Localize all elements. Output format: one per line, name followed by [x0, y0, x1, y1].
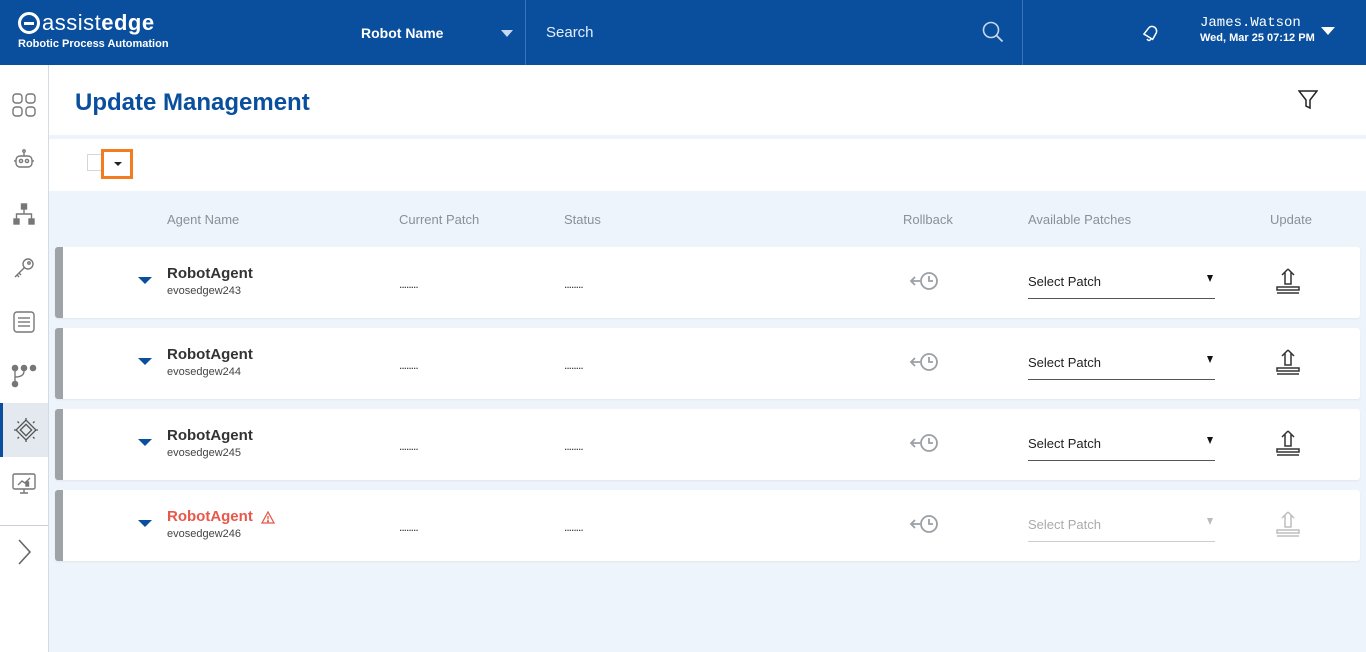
status-value: ........: [564, 358, 584, 372]
row-expand-icon[interactable]: [138, 520, 152, 527]
bulk-action-toolbar: [49, 139, 1366, 191]
agent-name: RobotAgent: [167, 427, 253, 444]
sidebar-item-robots[interactable]: [0, 133, 48, 187]
agent-host: evosedgew245: [167, 447, 242, 459]
upload-update-icon[interactable]: [1275, 348, 1301, 376]
dashboard-grid-icon: [12, 93, 36, 117]
page-title: Update Management: [75, 89, 310, 116]
sidebar-item-reports[interactable]: [0, 457, 48, 511]
search-input[interactable]: [546, 24, 966, 41]
sidebar-item-dashboard[interactable]: [0, 78, 48, 132]
logo-text-prefix: assist: [42, 10, 102, 35]
upload-update-icon-disabled: [1276, 511, 1300, 537]
monitor-chart-icon: [12, 473, 36, 494]
col-header-agent-name[interactable]: Agent Name: [167, 212, 239, 227]
row-expand-icon[interactable]: [138, 277, 152, 284]
logo-mark-icon: [18, 12, 40, 34]
user-menu-chevron-icon[interactable]: [1321, 27, 1335, 35]
col-header-rollback: Rollback: [903, 212, 953, 227]
select-patch-label: Select Patch: [1028, 355, 1101, 370]
agent-name: RobotAgent: [167, 265, 253, 282]
sidebar: [0, 65, 49, 652]
current-patch-value: ........: [399, 520, 419, 534]
robot-name-label: Robot Name: [361, 24, 444, 41]
col-header-available-patches: Available Patches: [1028, 212, 1132, 227]
chevron-down-icon: [1207, 437, 1213, 444]
robot-name-dropdown[interactable]: Robot Name: [336, 0, 526, 65]
chip-icon: [13, 418, 38, 442]
current-patch-value: ........: [399, 358, 419, 372]
search-icon[interactable]: [982, 21, 1004, 43]
app-header: assist edge Robotic Process Automation Ro…: [0, 0, 1366, 65]
page-header: Update Management: [49, 65, 1366, 135]
bulk-select-dropdown-button[interactable]: [101, 149, 133, 179]
rollback-history-icon[interactable]: [908, 512, 940, 538]
agent-row[interactable]: RobotAgent evosedgew246 ........ .......…: [55, 490, 1360, 561]
select-all-checkbox[interactable]: [87, 154, 102, 171]
upload-update-icon[interactable]: [1275, 429, 1301, 457]
upload-update-icon[interactable]: [1275, 267, 1301, 295]
sidebar-item-credentials[interactable]: [0, 241, 48, 295]
select-patch-label: Select Patch: [1028, 517, 1101, 532]
rollback-history-icon[interactable]: [908, 350, 940, 376]
agent-host: evosedgew243: [167, 285, 242, 297]
rollback-history-icon[interactable]: [908, 431, 940, 457]
search-bar: [526, 0, 1023, 65]
list-document-icon: [13, 311, 35, 333]
agent-row[interactable]: RobotAgent evosedgew244 ........ .......…: [55, 328, 1360, 399]
warning-triangle-icon: [260, 510, 275, 524]
select-patch-dropdown[interactable]: Select Patch: [1028, 350, 1215, 380]
status-value: ........: [564, 439, 584, 453]
sidebar-item-logs[interactable]: [0, 295, 48, 349]
row-expand-icon[interactable]: [138, 439, 152, 446]
row-expand-icon[interactable]: [138, 358, 152, 365]
agent-host: evosedgew244: [167, 366, 242, 378]
select-patch-label: Select Patch: [1028, 436, 1101, 451]
sidebar-item-hierarchy[interactable]: [0, 187, 48, 241]
agent-name-text: RobotAgent: [167, 508, 253, 525]
current-patch-value: ........: [399, 277, 419, 291]
select-patch-dropdown[interactable]: Select Patch: [1028, 431, 1215, 461]
logo-subtitle: Robotic Process Automation: [18, 38, 169, 50]
workflow-icon: [11, 364, 37, 388]
agent-row[interactable]: RobotAgent evosedgew243 ........ .......…: [55, 247, 1360, 318]
sidebar-expand-toggle[interactable]: [0, 525, 48, 579]
select-patch-label: Select Patch: [1028, 274, 1101, 289]
select-patch-dropdown[interactable]: Select Patch: [1028, 269, 1215, 299]
robot-icon: [14, 149, 34, 168]
chevron-down-icon: [1207, 275, 1213, 282]
col-header-current-patch[interactable]: Current Patch: [399, 212, 479, 227]
agent-name: RobotAgent: [167, 346, 253, 363]
user-name: James.Watson: [1200, 15, 1301, 31]
logo[interactable]: assist edge Robotic Process Automation: [18, 10, 169, 50]
hierarchy-icon: [13, 203, 35, 225]
agent-row[interactable]: RobotAgent evosedgew245 ........ .......…: [55, 409, 1360, 480]
col-header-status[interactable]: Status: [564, 212, 601, 227]
agent-host: evosedgew246: [167, 528, 242, 540]
sidebar-item-update-management[interactable]: [0, 403, 48, 457]
chevron-down-icon: [1207, 518, 1213, 525]
select-patch-dropdown-disabled: Select Patch: [1028, 512, 1215, 542]
agent-name: RobotAgent: [167, 508, 275, 525]
rollback-history-icon[interactable]: [908, 269, 940, 295]
status-value: ........: [564, 520, 584, 534]
status-value: ........: [564, 277, 584, 291]
filter-icon[interactable]: [1298, 90, 1318, 110]
key-icon: [14, 258, 34, 278]
user-datetime: Wed, Mar 25 07:12 PM: [1200, 32, 1315, 44]
chevron-down-icon: [501, 30, 513, 37]
chevron-down-icon: [1207, 356, 1213, 363]
user-menu[interactable]: James.Watson Wed, Mar 25 07:12 PM: [1200, 15, 1315, 44]
logo-text-bold: edge: [101, 10, 155, 35]
col-header-update: Update: [1270, 212, 1312, 227]
current-patch-value: ........: [399, 439, 419, 453]
sidebar-item-workflow[interactable]: [0, 349, 48, 403]
expand-chevron-icon: [18, 539, 32, 565]
notification-bell-icon[interactable]: [1139, 21, 1161, 43]
